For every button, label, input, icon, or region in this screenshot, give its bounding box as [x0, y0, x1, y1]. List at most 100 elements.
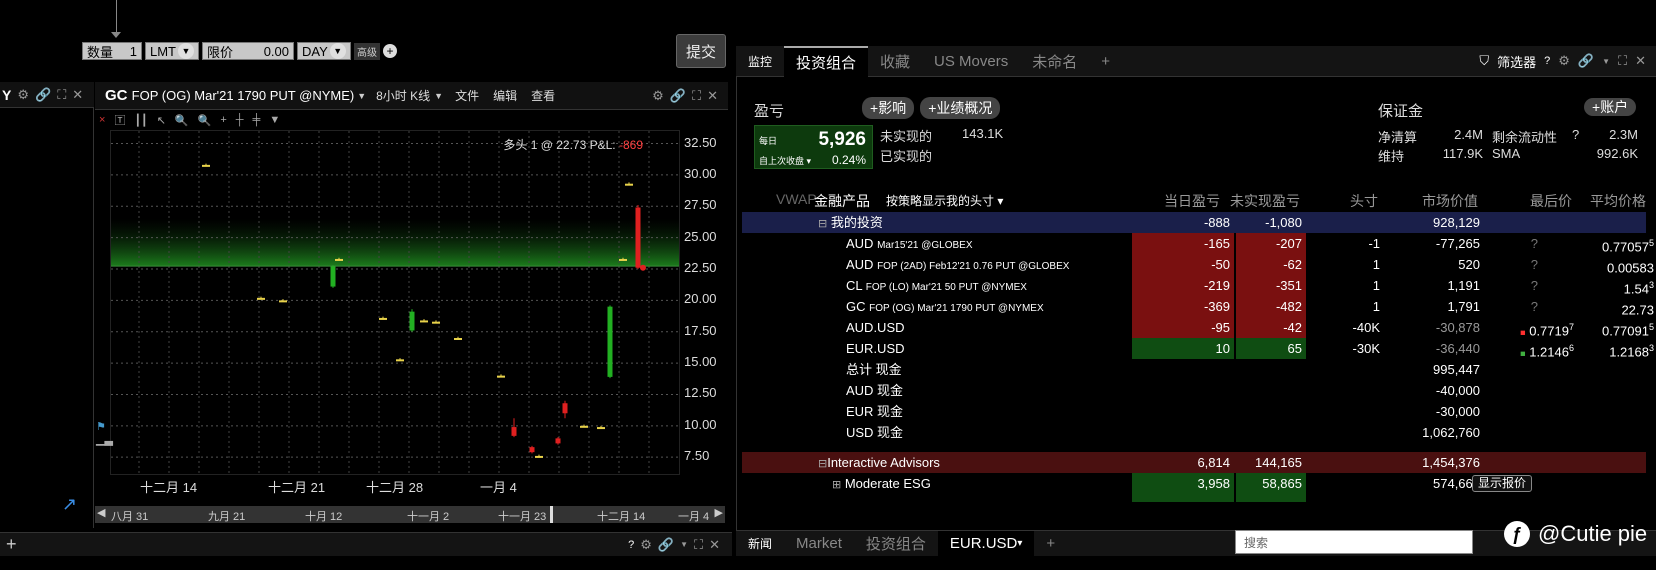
scroll-left-icon[interactable]: ◀ [97, 506, 105, 519]
table-row[interactable]: GC FOP (OG) Mar'21 1790 PUT @NYMEX -369 -4… [742, 296, 1654, 317]
last-price-column-header[interactable]: 最后价 [1512, 191, 1572, 211]
table-row[interactable]: ⊞ Moderate ESG 3,958 58,865 574,663 显示报价 [742, 473, 1646, 494]
portfolio-tab-2[interactable]: 收藏 [868, 46, 922, 77]
table-row[interactable]: AUD Mar15'21 @GLOBEX -165 -207 -1 -77,265? 0.… [742, 233, 1654, 254]
menu-view[interactable]: 查看 [531, 87, 555, 104]
account-button[interactable]: +账户 [1584, 97, 1637, 117]
impact-button[interactable]: +影响 [862, 97, 915, 119]
chart-navigator[interactable]: ◀ ▶ 八月 31 九月 21 十月 12 十一月 2 十一月 23 十二月 14 一月 4 [95, 506, 725, 523]
position-column-header[interactable]: 头寸 [1336, 191, 1378, 211]
menu-edit[interactable]: 编辑 [493, 87, 517, 104]
gear-icon[interactable]: ⚙ [640, 537, 652, 553]
bottom-tab-4[interactable]: + [1034, 531, 1067, 557]
close-small-icon[interactable]: × [99, 114, 105, 126]
vwap-column-header[interactable]: VWAP [776, 191, 817, 207]
link-icon[interactable]: 🔗 [658, 537, 674, 553]
chart-title[interactable]: GC FOP (OG) Mar'21 1790 PUT @NYME) [105, 87, 354, 104]
gear-icon[interactable]: ⚙ [1558, 53, 1570, 69]
chevron-down-icon[interactable]: ▼ [1602, 57, 1610, 66]
table-row[interactable] [742, 494, 1646, 502]
collapse-icon[interactable]: ⊟ [818, 218, 827, 230]
instrument-column-header[interactable]: 金融产品 [814, 191, 870, 211]
table-row[interactable]: AUD FOP (2AD) Feb12'21 0.76 PUT @GLOBEX -… [742, 254, 1654, 275]
link-icon[interactable]: 🔗 [670, 88, 686, 104]
group-by-select[interactable]: 按策略显示我的头寸 ▾ [886, 192, 1003, 209]
bottom-tab-3[interactable]: EUR.USD ▾ [937, 530, 1035, 557]
submit-button[interactable]: 提交 [676, 34, 726, 68]
since-close-select[interactable]: 自上次收盘 ▾ [759, 154, 811, 167]
crosshair-icon[interactable]: + [220, 114, 226, 126]
collapse-icon[interactable]: ⊟ [818, 458, 827, 470]
link-icon[interactable]: 🔗 [35, 87, 51, 103]
time-in-force-select[interactable]: DAY ▼ [297, 42, 351, 60]
excess-liq-help[interactable]: ? [1572, 127, 1579, 142]
close-icon[interactable]: ✕ [709, 537, 720, 553]
close-icon[interactable]: ✕ [72, 87, 83, 103]
filter-button[interactable]: 筛选器 [1497, 52, 1536, 71]
market-value-column-header[interactable]: 市场价值 [1408, 191, 1478, 211]
zoom-out-icon[interactable]: 🔍 [198, 114, 212, 127]
split-alt-icon[interactable]: ╪ [253, 114, 261, 126]
advanced-button[interactable]: 高级 [354, 42, 380, 60]
table-row[interactable]: EUR 现金 -30,000 [742, 401, 1646, 422]
table-row[interactable]: ⊟Interactive Advisors 6,814 144,165 1,454,3… [742, 452, 1646, 473]
scroll-right-icon[interactable]: ▶ [715, 506, 723, 519]
expand-icon[interactable]: ⛶ [1618, 53, 1627, 69]
flag-icon[interactable]: ⚑ [96, 420, 110, 433]
gear-icon[interactable]: ⚙ [17, 87, 29, 103]
text-tool-icon[interactable]: 🅃 [114, 112, 125, 128]
link-icon[interactable]: 🔗 [1578, 53, 1594, 69]
gear-icon[interactable]: ⚙ [652, 88, 664, 104]
table-row[interactable]: 总计 现金 995,447 [742, 359, 1646, 380]
expand-icon[interactable]: ⛶ [57, 87, 66, 103]
quantity-field[interactable]: 数量 1 [82, 42, 142, 60]
table-row[interactable]: EUR.USD 10 65 -30K -36,440 ■ 1.21466 1.21683 [742, 338, 1654, 359]
plus-icon[interactable]: + [383, 44, 397, 58]
expand-row-icon[interactable]: ⊞ [832, 479, 841, 491]
order-type-select[interactable]: LMT ▼ [145, 42, 199, 60]
close-icon[interactable]: ✕ [707, 88, 718, 104]
bottom-tab-1[interactable]: Market [784, 531, 854, 557]
portfolio-tab-5[interactable]: + [1089, 46, 1122, 77]
volume-icon[interactable]: ▁▃ [96, 433, 113, 446]
portfolio-tab-0[interactable]: 监控 [736, 46, 784, 77]
chevron-down-icon[interactable]: ▼ [680, 540, 688, 549]
interval-select[interactable]: 8小时 K线 [376, 87, 430, 104]
portfolio-tab-4[interactable]: 未命名 [1020, 46, 1089, 77]
close-icon[interactable]: ✕ [1635, 53, 1646, 69]
chevron-down-icon[interactable]: ▼ [357, 91, 366, 101]
portfolio-tab-1[interactable]: 投资组合 [784, 45, 869, 77]
split-icon[interactable]: ┼ [236, 114, 244, 126]
chevron-down-icon[interactable]: ▼ [434, 91, 443, 101]
navigator-handle[interactable] [550, 506, 553, 523]
bottom-tab-0[interactable]: 新闻 [736, 531, 784, 557]
expand-icon[interactable]: ⛶ [694, 537, 703, 553]
table-row[interactable]: ⊟ 我的投资 -888 -1,080 928,129 [742, 212, 1646, 233]
bars-tool-icon[interactable]: ┃┃ [134, 114, 147, 127]
portfolio-tab-3[interactable]: US Movers [922, 46, 1020, 77]
cursor-tool-icon[interactable]: ↖ [157, 114, 166, 127]
zoom-in-icon[interactable]: 🔍 [175, 114, 189, 127]
help-icon[interactable]: ? [628, 539, 634, 551]
daily-pnl-column-header[interactable]: 当日盈亏 [1160, 191, 1220, 211]
chart-plot-area[interactable]: 多头 1 @ 22.73 P&L: -869 [110, 130, 680, 475]
table-row[interactable]: AUD 现金 -40,000 [742, 380, 1646, 401]
unrealized-column-header[interactable]: 未实现盈亏 [1224, 191, 1300, 211]
avg-price-column-header[interactable]: 平均价格 [1586, 191, 1646, 211]
help-icon[interactable]: ? [1544, 55, 1550, 67]
add-icon[interactable]: + [6, 534, 17, 555]
show-quote-button[interactable]: 显示报价 [1472, 475, 1533, 492]
expand-icon[interactable]: ⛶ [692, 88, 701, 104]
filter-icon[interactable]: ⛉ [1479, 53, 1489, 69]
performance-button[interactable]: +业绩概况 [920, 97, 1001, 119]
table-row[interactable]: CL FOP (LO) Mar'21 50 PUT @NYMEX -219 -351… [742, 275, 1654, 296]
chevron-down-icon[interactable]: ▼ [269, 114, 280, 126]
bottom-tab-2[interactable]: 投资组合 [854, 531, 938, 557]
limit-price-field[interactable]: 限价 0.00 [202, 42, 294, 60]
arrow-up-right-icon[interactable]: ↗ [62, 494, 77, 515]
menu-file[interactable]: 文件 [455, 87, 479, 104]
search-input[interactable]: 搜索 [1235, 530, 1473, 554]
table-row[interactable]: USD 现金 1,062,760 [742, 422, 1646, 443]
table-row[interactable]: AUD.USD -95 -42 -40K -30,878 ■ 0.77197 0.7709… [742, 317, 1654, 338]
chevron-down-icon[interactable]: ▾ [1017, 538, 1022, 549]
